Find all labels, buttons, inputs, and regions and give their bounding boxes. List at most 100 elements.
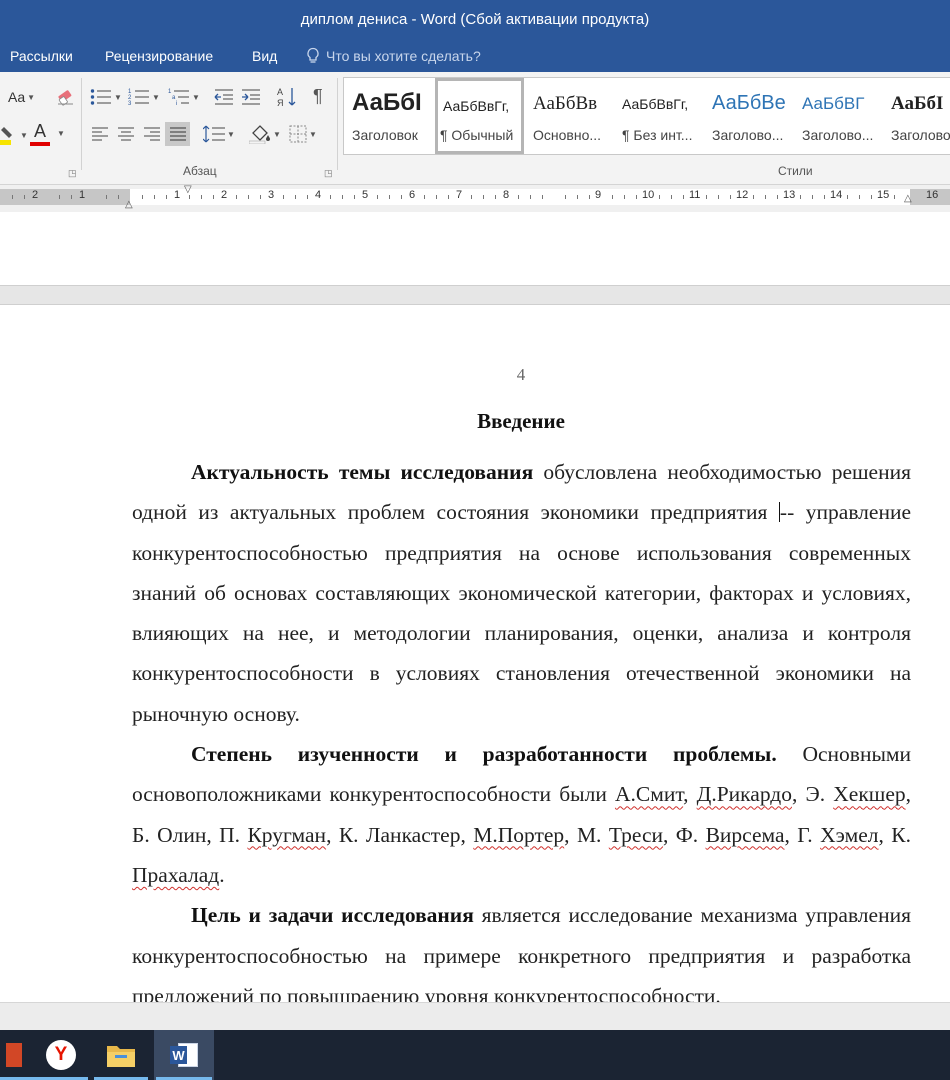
sort-az-icon: A Я (277, 87, 296, 108)
line-spacing-icon (203, 125, 225, 143)
svg-text:i: i (176, 101, 177, 106)
tell-me-box[interactable]: Что вы хотите сделать? (306, 47, 481, 64)
title-bar: диплом дениса - Word (Сбой активации про… (0, 0, 950, 40)
spelling-error: М.Портер (473, 822, 565, 847)
ruler-number: 16 (926, 189, 939, 201)
highlight-color-button[interactable]: ▼ (0, 124, 28, 146)
ruler-number: 11 (689, 189, 701, 201)
file-explorer-icon (107, 1046, 135, 1067)
yandex-browser-icon: Y (46, 1040, 76, 1070)
ruler-number: 4 (315, 189, 322, 201)
svg-text:Я: Я (277, 98, 284, 108)
page-gap (0, 286, 950, 305)
style-body-text[interactable]: АаБбВв Основно... (525, 78, 613, 154)
tab-view[interactable]: Вид (252, 48, 277, 64)
spelling-error: Кругман (247, 822, 327, 847)
ruler-number: 5 (362, 189, 369, 201)
justify-icon (169, 127, 186, 141)
style-heading-1[interactable]: АаБбВе Заголово... (704, 78, 792, 154)
ruler-left-margin (0, 189, 130, 205)
increase-indent-icon (242, 89, 260, 105)
bullet-list-icon (90, 89, 111, 105)
spelling-error: Хэмел (820, 822, 879, 847)
ruler-number: 10 (642, 189, 655, 201)
spelling-error: Д.Рикардо (696, 782, 792, 807)
font-color-dropdown[interactable]: ▼ (55, 129, 65, 138)
font-dialog-launcher[interactable]: ◳ (68, 168, 77, 179)
ruler-number: 9 (595, 189, 602, 201)
svg-text:3: 3 (128, 101, 132, 106)
document-body[interactable]: Актуальность темы исследования обусловле… (132, 452, 911, 1002)
right-indent-marker[interactable]: △ (904, 193, 912, 204)
style-normal[interactable]: АаБбВвГг, ¶ Обычный (435, 78, 524, 154)
spelling-error: Прахалад (132, 862, 220, 887)
style-heading-3[interactable]: АаБбІ Заголово... (883, 78, 950, 154)
font-color-button[interactable]: A (30, 122, 50, 146)
paragraph-goals: Цель и задачи исследования является иссл… (132, 903, 911, 1002)
taskbar-yandex-browser[interactable]: Y (32, 1030, 90, 1080)
document-heading: Введение (477, 409, 565, 433)
spelling-error: Вирсема (705, 822, 785, 847)
borders-button[interactable]: ▼ (289, 125, 317, 143)
taskbar-file-explorer[interactable] (92, 1030, 150, 1080)
ruler-number: 13 (783, 189, 796, 201)
paragraph-dialog-launcher[interactable]: ◳ (324, 168, 333, 179)
align-right-button[interactable] (144, 127, 160, 141)
paragraph-relevance: Актуальность темы исследования обусловле… (132, 460, 912, 726)
increase-indent-button[interactable] (241, 88, 261, 106)
tab-review[interactable]: Рецензирование (105, 48, 213, 64)
previous-page-bottom (0, 212, 950, 286)
style-title[interactable]: АаБбІ Заголовок (344, 78, 432, 154)
first-line-indent-marker[interactable]: ▽ (184, 184, 192, 195)
horizontal-ruler[interactable]: 2 1 1 2 3 4 5 6 7 8 9 10 11 12 13 14 15 … (0, 184, 950, 212)
justify-button[interactable] (165, 122, 190, 146)
styles-gallery: АаБбІ Заголовок АаБбВвГг, ¶ Обычный АаБб… (343, 77, 950, 155)
ruler-number: 14 (830, 189, 843, 201)
hanging-indent-marker[interactable]: △ (125, 199, 133, 210)
style-no-spacing[interactable]: АаБбВвГг, ¶ Без инт... (614, 78, 703, 154)
decrease-indent-button[interactable] (214, 88, 234, 106)
lightbulb-icon (307, 47, 319, 63)
line-spacing-button[interactable]: ▼ (203, 125, 235, 143)
ruler-number: 15 (877, 189, 890, 201)
ruler-number: 3 (268, 189, 275, 201)
ruler-number: 12 (736, 189, 749, 201)
ruler-number: 8 (503, 189, 510, 201)
bullets-button[interactable]: ▼ (90, 88, 122, 106)
paragraph-study-degree: Степень изученности и разработанности пр… (132, 742, 912, 887)
align-right-icon (144, 127, 160, 141)
ruler-number: 1 (174, 189, 181, 201)
ruler-number: 6 (409, 189, 416, 201)
pilcrow-icon: ¶ (313, 86, 323, 106)
align-left-icon (92, 127, 108, 141)
ruler-number: 1 (79, 189, 86, 201)
numbering-button[interactable]: 1 2 3 ▼ (128, 88, 160, 106)
sort-button[interactable]: A Я (277, 86, 297, 108)
clear-formatting-button[interactable] (56, 86, 76, 106)
taskbar-word[interactable]: W (154, 1030, 214, 1080)
align-center-button[interactable] (118, 127, 134, 141)
group-separator (337, 78, 338, 170)
numbered-list-icon: 1 2 3 (128, 89, 149, 106)
multilevel-list-button[interactable]: 1 a i ▼ (168, 88, 200, 106)
page-number: 4 (516, 365, 526, 384)
word-icon: W (170, 1043, 198, 1067)
multilevel-list-icon: 1 a i (168, 89, 189, 106)
spelling-error: Хекшер (833, 782, 906, 807)
tell-me-placeholder: Что вы хотите сделать? (326, 47, 481, 64)
powerpoint-icon (6, 1043, 22, 1067)
font-color-letter: A (33, 121, 46, 141)
align-left-button[interactable] (92, 127, 108, 141)
tab-mailings[interactable]: Рассылки (10, 48, 73, 64)
show-marks-button[interactable]: ¶ (313, 86, 323, 107)
group-separator (81, 78, 82, 170)
taskbar-powerpoint[interactable] (0, 1030, 36, 1080)
styles-group-label: Стили (778, 164, 813, 178)
change-case-button[interactable]: Aa ▼ (8, 89, 35, 105)
shading-button[interactable]: ▼ (249, 124, 281, 144)
ruler-number: 2 (32, 189, 39, 201)
style-heading-2[interactable]: АаБбВГ Заголово... (794, 78, 882, 154)
align-center-icon (118, 127, 134, 141)
paint-bucket-icon (249, 125, 270, 144)
document-page[interactable]: 4 Введение Актуальность темы исследовани… (0, 305, 950, 1002)
